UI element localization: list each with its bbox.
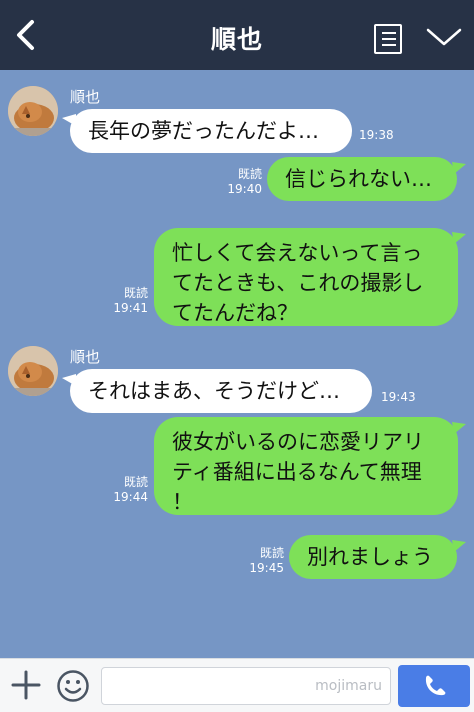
call-button[interactable]	[398, 665, 470, 707]
phone-icon	[425, 675, 446, 696]
avatar[interactable]	[8, 346, 58, 396]
watermark: mojimaru	[315, 678, 382, 694]
message-time: 19:43	[381, 390, 416, 404]
bubble-tail	[452, 232, 466, 244]
bubble-tail	[452, 162, 466, 174]
smiley-icon[interactable]	[56, 669, 90, 703]
message-line: てたんだね？	[172, 301, 298, 325]
message-line: 忙しくて会えないって言っ	[172, 241, 423, 265]
chat-area[interactable]: 順也 長年の夢だったんだよ… 19:38 既読 19:40 信じられない… 既読…	[0, 70, 474, 658]
chat-header: 順也	[0, 0, 474, 70]
message-bubble[interactable]: それはまあ、そうだけど…	[70, 369, 372, 413]
read-label: 既読	[259, 546, 284, 560]
message-bubble[interactable]: 別れましょう	[289, 535, 457, 579]
message-meta: 既読 19:45	[244, 546, 284, 576]
avatar[interactable]	[8, 86, 58, 136]
message-bubble[interactable]: 彼女がいるのに恋愛リアリ ティ番組に出るなんて無理 ！	[154, 417, 458, 515]
bubble-tail	[452, 422, 466, 434]
message-time: 19:41	[113, 301, 148, 315]
message-meta: 既読 19:40	[222, 167, 262, 197]
input-bar: mojimaru	[0, 658, 474, 712]
message-time: 19:45	[249, 561, 284, 575]
message-meta: 既読 19:41	[108, 286, 148, 316]
message-line: ！	[172, 490, 193, 514]
bubble-tail	[452, 540, 466, 552]
message-time: 19:40	[227, 182, 262, 196]
message-line: てたときも、これの撮影し	[172, 271, 424, 295]
read-label: 既読	[237, 167, 262, 181]
message-bubble[interactable]: 忙しくて会えないって言っ てたときも、これの撮影し てたんだね？	[154, 228, 458, 326]
message-meta: 既読 19:44	[108, 475, 148, 505]
read-label: 既読	[123, 286, 148, 300]
message-line: 彼女がいるのに恋愛リアリ	[172, 430, 424, 454]
chevron-down-icon[interactable]	[424, 24, 464, 50]
message-line: ティ番組に出るなんて無理	[172, 460, 422, 484]
chat-title: 順也	[210, 25, 263, 54]
sender-name: 順也	[70, 348, 101, 366]
message-bubble[interactable]: 長年の夢だったんだよ…	[70, 109, 352, 153]
read-label: 既読	[123, 475, 148, 489]
sender-name: 順也	[70, 88, 101, 106]
message-time: 19:44	[113, 490, 148, 504]
message-bubble[interactable]: 信じられない…	[267, 157, 457, 201]
message-time: 19:38	[359, 128, 394, 142]
message-input[interactable]: mojimaru	[101, 667, 391, 705]
plus-icon[interactable]	[10, 669, 42, 701]
memo-icon[interactable]	[374, 24, 402, 54]
